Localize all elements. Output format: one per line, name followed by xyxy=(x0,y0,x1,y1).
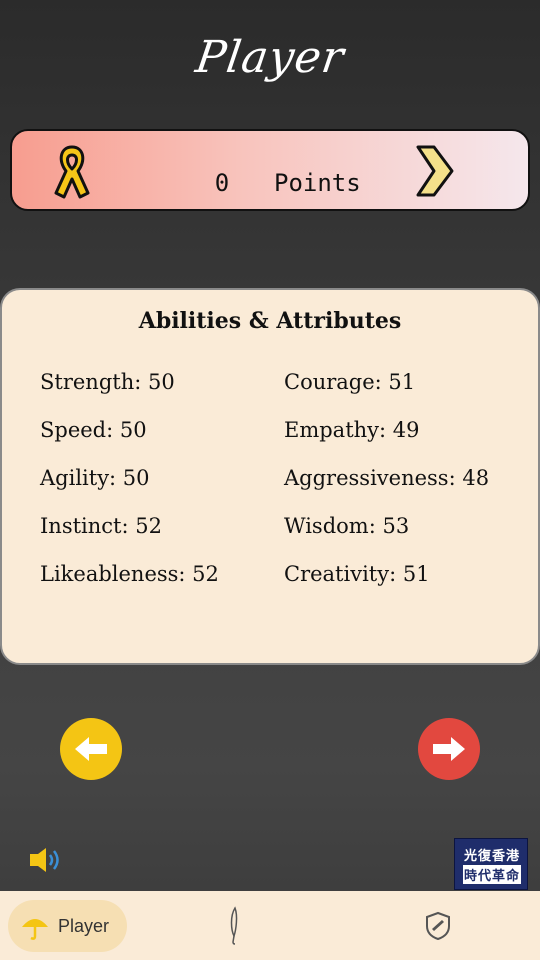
page-title: Player xyxy=(192,32,348,83)
abilities-card: Abilities & Attributes Strength: 50 Spee… xyxy=(0,288,540,665)
speaker-icon[interactable] xyxy=(28,844,64,876)
feather-icon[interactable] xyxy=(222,906,248,946)
seal-line-1: 光復香港 xyxy=(463,849,520,864)
tab-player[interactable]: Player xyxy=(8,900,127,952)
attribute-agility: Agility: 50 xyxy=(40,466,150,490)
next-button[interactable] xyxy=(418,718,480,780)
attribute-wisdom: Wisdom: 53 xyxy=(284,514,410,538)
chevron-right-icon[interactable] xyxy=(414,144,456,198)
umbrella-icon xyxy=(22,919,48,940)
tab-player-label: Player xyxy=(58,916,110,936)
abilities-title: Abilities & Attributes xyxy=(138,308,402,334)
arrow-left-icon xyxy=(75,737,107,761)
attribute-empathy: Empathy: 49 xyxy=(284,418,420,442)
attribute-likeableness: Likeableness: 52 xyxy=(40,562,219,586)
attribute-creativity: Creativity: 51 xyxy=(284,562,430,586)
points-value: 0 xyxy=(214,169,230,197)
seal-line-2: 時代革命 xyxy=(463,865,521,884)
attribute-aggressiveness: Aggressiveness: 48 xyxy=(284,466,490,490)
slogan-seal: 光復香港 時代革命 xyxy=(454,838,528,890)
attribute-instinct: Instinct: 52 xyxy=(40,514,162,538)
shield-icon[interactable] xyxy=(424,911,452,941)
points-label: Points xyxy=(274,169,361,197)
back-button[interactable] xyxy=(60,718,122,780)
ribbon-icon xyxy=(54,145,90,199)
arrow-right-icon xyxy=(433,737,465,761)
attribute-speed: Speed: 50 xyxy=(40,418,147,442)
attribute-courage: Courage: 51 xyxy=(284,370,416,394)
points-card[interactable]: 0 Points xyxy=(10,129,530,211)
attribute-strength: Strength: 50 xyxy=(40,370,175,394)
bottom-nav: Player xyxy=(0,891,540,960)
